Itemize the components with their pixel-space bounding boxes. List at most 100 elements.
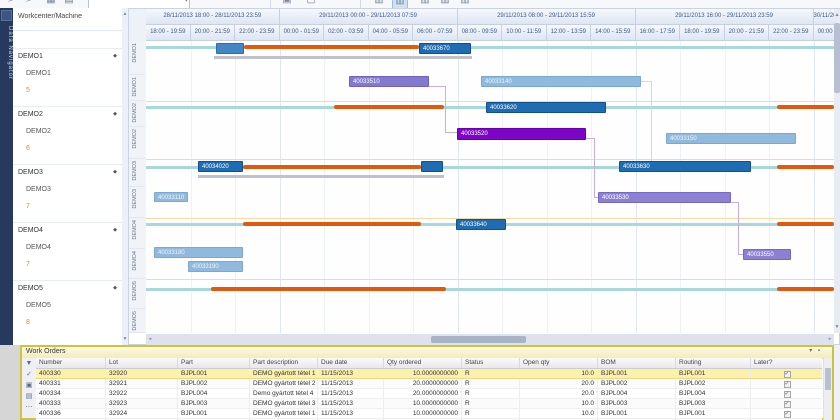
sidebar-group-demo5[interactable]: DEMO5◆DEMO58: [13, 280, 122, 339]
more-icon[interactable]: ⋯: [482, 0, 496, 7]
row-label-text: DEMO2: [132, 129, 138, 149]
task-bar-label: 40033510: [350, 77, 428, 87]
date-header-cell: 29/11/2013 16:00 - 29/11/2013 23:59: [636, 9, 814, 25]
task-bar[interactable]: 40033190: [188, 261, 243, 272]
scroll-up-icon[interactable]: ▲: [834, 11, 840, 19]
machine-badge[interactable]: 7: [26, 203, 30, 210]
gantt-horizontal-scrollbar[interactable]: ◂ ▸: [146, 334, 834, 345]
task-bar[interactable]: 40033110: [154, 192, 188, 202]
column-header-later-[interactable]: Later?: [751, 358, 822, 368]
task-bar[interactable]: 40033550: [743, 249, 791, 260]
copy-icon[interactable]: ▣: [22, 380, 36, 391]
column-header-part-description[interactable]: Part description: [250, 358, 318, 368]
view-day-icon[interactable]: ▥: [372, 0, 386, 7]
scrollbar-thumb[interactable]: [834, 23, 840, 93]
print-icon[interactable]: ▤: [62, 0, 76, 7]
later-checkbox[interactable]: ✓: [784, 411, 791, 418]
machine-badge[interactable]: 5: [26, 87, 30, 94]
task-bar[interactable]: 40033630: [619, 161, 751, 172]
pin-icon[interactable]: ◆: [113, 169, 117, 175]
table-cell: BJPL001: [178, 409, 250, 418]
table-cell: BJPL004: [676, 389, 751, 398]
task-bar[interactable]: 40033510: [349, 76, 429, 87]
work-orders-scrollbar[interactable]: [823, 358, 832, 420]
time-header-cell: 08:00 - 09:59: [458, 25, 503, 41]
view-year-icon[interactable]: ▥: [458, 0, 472, 7]
machine-item[interactable]: DEMO5: [26, 302, 51, 309]
machine-item[interactable]: DEMO2: [26, 128, 51, 135]
machine-item[interactable]: DEMO1: [26, 70, 51, 77]
column-header-routing[interactable]: Routing: [676, 358, 751, 368]
later-checkbox[interactable]: ✓: [784, 381, 791, 388]
machine-item[interactable]: DEMO3: [26, 186, 51, 193]
scrollbar-thumb[interactable]: [431, 336, 526, 343]
machine-badge[interactable]: 8: [26, 319, 30, 326]
edit-check-icon[interactable]: ✓: [22, 369, 36, 380]
table-row[interactable]: 40033332923BJPL003DEMO gyártott tétel 31…: [36, 399, 822, 409]
task-bar[interactable]: [421, 161, 443, 172]
filter-icon[interactable]: ▼: [22, 358, 36, 369]
save-icon[interactable]: ▦: [44, 0, 58, 7]
date-header-cell: 29/11/2013 08:00 - 29/11/2013 15:59: [458, 9, 636, 25]
column-header-qty-ordered[interactable]: Qty ordered: [384, 358, 462, 368]
column-header-lot[interactable]: Lot: [106, 358, 178, 368]
scroll-left-icon[interactable]: ◂: [147, 335, 153, 343]
column-header-part[interactable]: Part: [178, 358, 250, 368]
panel-menu-icons[interactable]: ▾ ▪: [809, 347, 822, 354]
column-header-open-qty[interactable]: Open qty: [520, 358, 598, 368]
task-bar[interactable]: 40033150: [666, 133, 796, 144]
later-checkbox[interactable]: ✓: [784, 391, 791, 398]
sidebar-group-demo1[interactable]: DEMO1◆DEMO15: [13, 48, 122, 107]
gantt-vertical-scrollbar[interactable]: ▲ ▼: [834, 9, 840, 333]
task-bar[interactable]: 40033140: [481, 76, 641, 87]
column-header-status[interactable]: Status: [462, 358, 520, 368]
more-icon[interactable]: ⋯: [22, 402, 36, 413]
table-cell: BJPL003: [676, 399, 751, 408]
task-bar[interactable]: 40033670: [419, 43, 471, 54]
column-header-number[interactable]: Number: [36, 358, 106, 368]
table-row[interactable]: 40033032920BJPL001DEMO gyártott tétel 11…: [36, 369, 822, 379]
gantt-chart-body[interactable]: 40033670 40033510 40033140 40033620 40033520…: [146, 41, 834, 333]
task-bar-label: 40033530: [599, 193, 730, 203]
task-bar[interactable]: [216, 43, 244, 54]
task-bar[interactable]: 40033640: [456, 219, 506, 230]
scroll-down-icon[interactable]: ▼: [834, 323, 840, 331]
task-bar[interactable]: 40033530: [598, 192, 731, 203]
sidebar-group-demo4[interactable]: DEMO4◆DEMO47: [13, 222, 122, 281]
pin-icon[interactable]: ◆: [113, 227, 117, 233]
machine-badge[interactable]: 7: [26, 261, 30, 268]
task-bar[interactable]: 40033520: [457, 128, 586, 140]
task-bar[interactable]: 40034020: [198, 161, 243, 172]
sidebar-group-demo3[interactable]: DEMO3◆DEMO37: [13, 164, 122, 223]
layout-icon[interactable]: ▢: [304, 0, 318, 7]
sidebar-group-demo2[interactable]: DEMO2◆DEMO26: [13, 106, 122, 165]
export-icon[interactable]: ▣: [280, 0, 294, 7]
time-header-cell: 14:00 - 15:59: [591, 25, 636, 41]
table-row[interactable]: 40033432922BJPL004Demo gyártott tétel 41…: [36, 389, 822, 399]
zoom-out-icon[interactable]: ⌕: [22, 0, 36, 7]
pin-icon[interactable]: ◆: [113, 285, 117, 291]
data-navigator-strip[interactable]: Data Navigator: [0, 8, 13, 345]
task-bar[interactable]: 40033180: [154, 247, 243, 258]
pin-icon[interactable]: ◆: [113, 53, 117, 59]
view-month-icon[interactable]: ▥: [418, 0, 432, 7]
view-quarter-icon[interactable]: ▥: [438, 0, 452, 7]
later-checkbox[interactable]: ✓: [784, 401, 791, 408]
task-bar[interactable]: 40033620: [486, 102, 606, 113]
pin-icon[interactable]: ◆: [113, 111, 117, 117]
print-icon[interactable]: ▤: [22, 391, 36, 402]
column-header-due-date[interactable]: Due date: [318, 358, 384, 368]
machine-badge[interactable]: 6: [26, 145, 30, 152]
column-header-bom[interactable]: BOM: [598, 358, 676, 368]
scroll-right-icon[interactable]: ▸: [827, 335, 833, 343]
task-bar-label: 40033670: [420, 44, 470, 54]
scrollbar-thumb[interactable]: [825, 368, 831, 390]
machine-item[interactable]: DEMO4: [26, 244, 51, 251]
later-checkbox[interactable]: ✓: [784, 371, 791, 378]
table-row[interactable]: 40033632924BJPL001DEMO gyártott tétel 11…: [36, 409, 822, 419]
table-cell: 10.0000000000: [384, 399, 462, 408]
zoom-in-icon[interactable]: ⌕: [4, 0, 18, 7]
table-row[interactable]: 40033132921BJPL002DEMO gyártott tétel 21…: [36, 379, 822, 389]
overload-segment: [211, 287, 446, 291]
task-bar-label: 40033190: [189, 262, 242, 272]
